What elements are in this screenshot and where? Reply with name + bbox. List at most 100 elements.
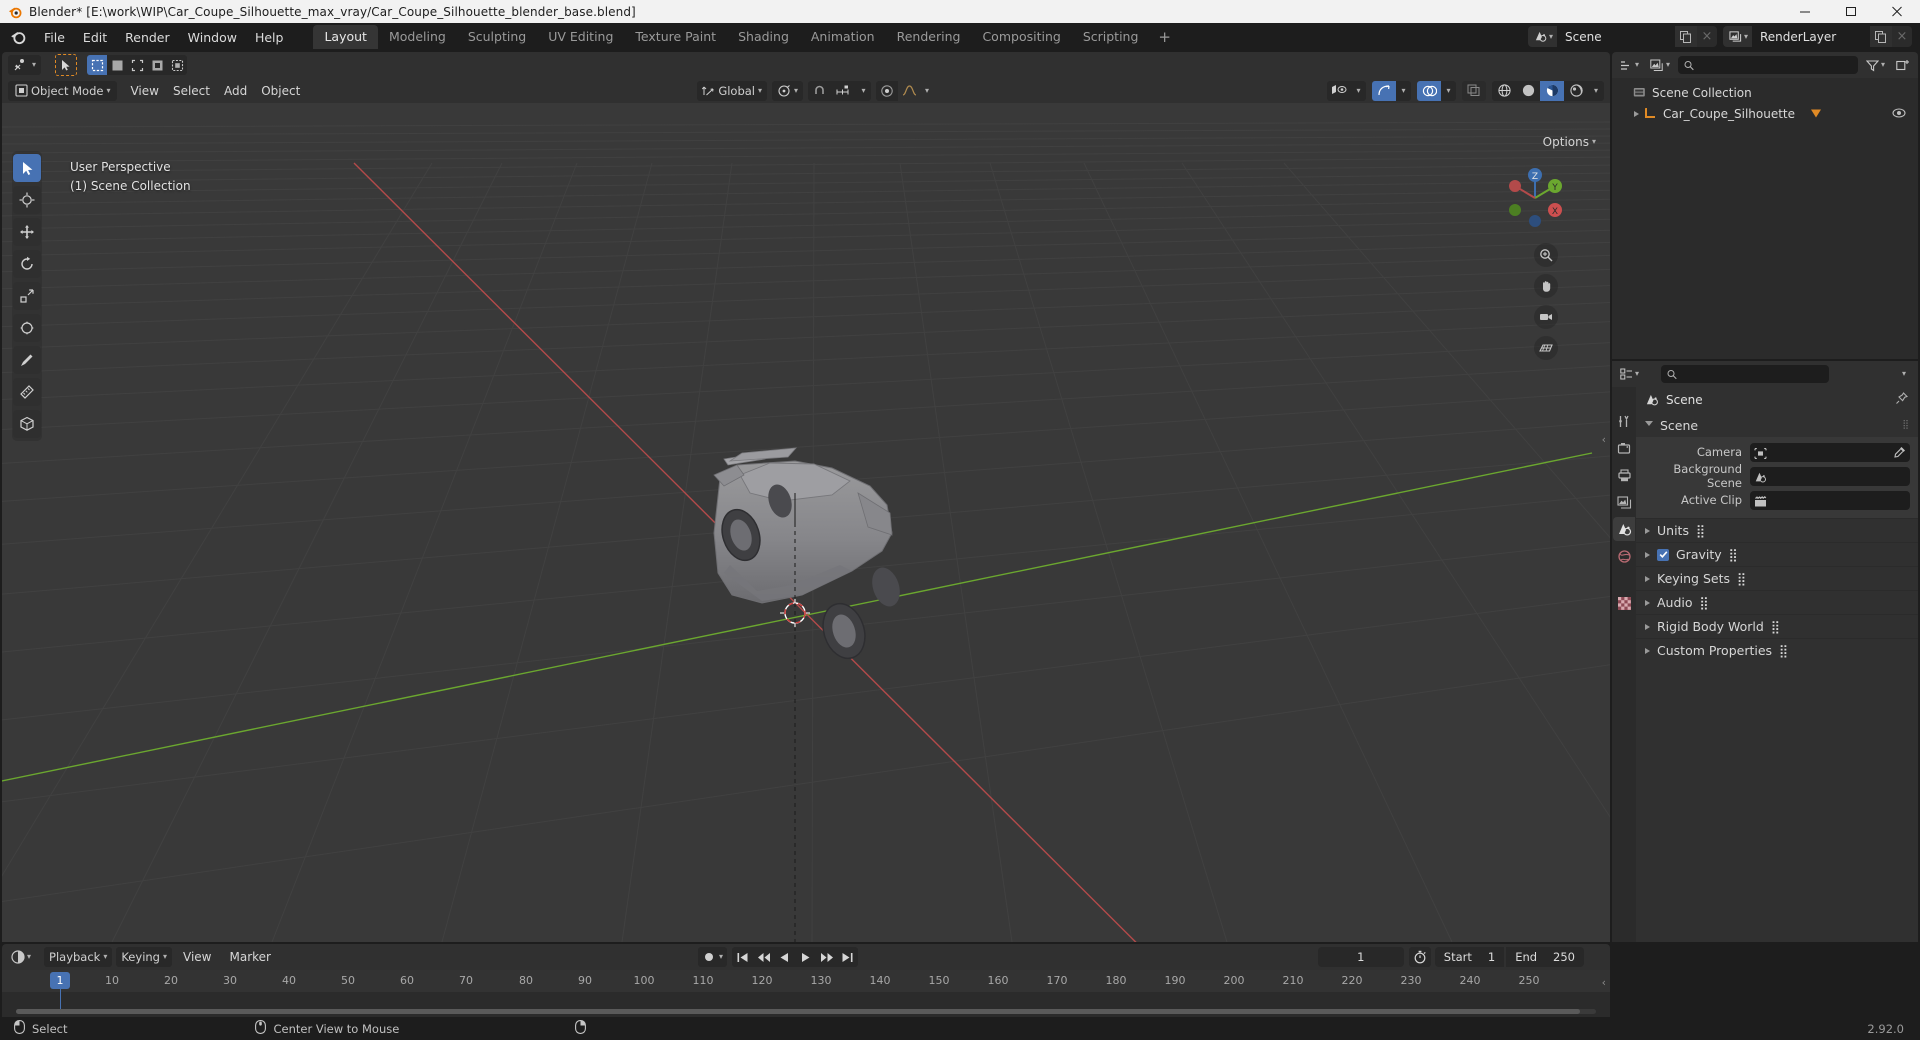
visibility-eye-icon[interactable]	[1892, 107, 1906, 121]
chevron-down-icon[interactable]: ▾	[1351, 80, 1366, 101]
rotate-tool[interactable]	[13, 250, 41, 278]
menu-help[interactable]: Help	[246, 27, 293, 48]
transform-orientation-selector[interactable]: Global ▾	[697, 80, 768, 101]
workspace-tab-texture-paint[interactable]: Texture Paint	[624, 25, 727, 49]
add-cube-tool[interactable]	[13, 410, 41, 438]
panel-custom-properties[interactable]: Custom Properties ⣿	[1636, 638, 1918, 662]
eyedropper-icon[interactable]	[1894, 443, 1906, 462]
new-collection-icon[interactable]	[1893, 55, 1913, 75]
timeline-scrollbar[interactable]	[16, 1009, 1596, 1014]
jump-end-icon[interactable]	[837, 947, 859, 967]
jump-start-icon[interactable]	[732, 947, 754, 967]
timeline-sidebar-arrow[interactable]: ‹	[1602, 976, 1606, 989]
menu-file[interactable]: File	[35, 27, 74, 48]
select-subtract-icon[interactable]	[127, 55, 148, 75]
tweak-select-tool[interactable]	[13, 154, 41, 182]
viewport-options-button[interactable]: Options ▾	[1537, 132, 1602, 151]
gravity-checkbox[interactable]	[1657, 548, 1669, 561]
falloff-curve-icon[interactable]	[898, 80, 921, 101]
minimize-icon[interactable]	[1782, 0, 1828, 23]
solid-shading-icon[interactable]	[1516, 80, 1540, 101]
properties-options-button[interactable]: ▾	[1894, 364, 1913, 384]
chevron-down-icon[interactable]: ▾	[1396, 80, 1411, 101]
scene-selector[interactable]: ▾ Scene ×	[1527, 26, 1717, 47]
start-frame-field[interactable]: Start 1	[1434, 947, 1505, 967]
select-extend-icon[interactable]	[107, 55, 128, 75]
active-tool-button[interactable]: ▾	[8, 55, 42, 75]
field-background-scene[interactable]	[1750, 466, 1910, 486]
unlink-viewlayer-icon[interactable]: ×	[1892, 26, 1912, 47]
pin-icon[interactable]	[1895, 392, 1909, 408]
chevron-down-icon[interactable]: ▾	[920, 80, 935, 101]
properties-search-field[interactable]	[1681, 367, 1824, 381]
editor-type-selector[interactable]: ▾	[1617, 364, 1643, 384]
blender-menu-icon[interactable]	[10, 29, 26, 45]
play-reverse-icon[interactable]	[774, 947, 796, 967]
chevron-down-icon[interactable]: ▾	[1588, 80, 1604, 101]
prev-keyframe-icon[interactable]	[753, 947, 775, 967]
workspace-tab-shading[interactable]: Shading	[727, 25, 800, 49]
material-preview-icon[interactable]	[1540, 80, 1564, 101]
stopwatch-icon[interactable]	[1408, 947, 1431, 967]
menu-window[interactable]: Window	[179, 27, 246, 48]
expand-triangle-icon[interactable]	[1645, 623, 1650, 630]
playhead-label[interactable]: 1	[50, 972, 70, 989]
gizmo-icon[interactable]	[1372, 80, 1396, 101]
viewport-menu-object[interactable]: Object	[254, 81, 307, 101]
workspace-tab-compositing[interactable]: Compositing	[971, 25, 1071, 49]
overlays-icon[interactable]	[1417, 80, 1441, 101]
unlink-scene-icon[interactable]: ×	[1696, 26, 1717, 47]
timeline-editor-icon[interactable]: ▾	[8, 947, 35, 967]
field-active-clip[interactable]	[1750, 490, 1910, 510]
properties-tab-world[interactable]	[1613, 544, 1635, 568]
timeline-ruler[interactable]: 10 20 30 40 50 60 70 80 90 100 110 120 1…	[2, 970, 1610, 992]
current-frame-field[interactable]: 1	[1317, 947, 1404, 967]
next-keyframe-icon[interactable]	[816, 947, 838, 967]
timeline-menu-playback[interactable]: Playback ▾	[44, 947, 113, 967]
workspace-tab-uv-editing[interactable]: UV Editing	[537, 25, 624, 49]
play-icon[interactable]	[795, 947, 817, 967]
panel-keying-sets[interactable]: Keying Sets ⣿	[1636, 566, 1918, 590]
snap-pivot-button[interactable]: ▾	[772, 80, 804, 101]
select-intersect-icon[interactable]	[167, 55, 188, 75]
end-frame-field[interactable]: End 250	[1506, 947, 1584, 967]
filter-icon[interactable]: ▾	[1862, 55, 1888, 75]
viewlayer-icon[interactable]: ▾	[1722, 26, 1752, 47]
workspace-tab-modeling[interactable]: Modeling	[378, 25, 457, 49]
wireframe-shading-icon[interactable]	[1492, 80, 1516, 101]
workspace-tab-rendering[interactable]: Rendering	[886, 25, 972, 49]
viewlayer-name[interactable]: RenderLayer	[1752, 26, 1870, 47]
timeline-menu-keying[interactable]: Keying ▾	[116, 947, 172, 967]
workspace-tab-sculpting[interactable]: Sculpting	[457, 25, 537, 49]
chevron-down-icon[interactable]: ▾	[856, 80, 872, 101]
mode-selector[interactable]: Object Mode ▾	[8, 80, 118, 101]
snap-target-icon[interactable]	[830, 80, 857, 101]
maximize-icon[interactable]	[1828, 0, 1874, 23]
editor-type-selector[interactable]: ▾	[1617, 55, 1643, 75]
workspace-tab-scripting[interactable]: Scripting	[1072, 25, 1150, 49]
scale-tool[interactable]	[13, 282, 41, 310]
menu-render[interactable]: Render	[116, 27, 179, 48]
select-set-icon[interactable]	[87, 55, 108, 75]
timeline-menu-marker[interactable]: Marker	[222, 947, 277, 967]
expand-triangle-icon[interactable]	[1645, 575, 1650, 582]
panel-gravity[interactable]: Gravity ⣿	[1636, 542, 1918, 566]
panel-units[interactable]: Units ⣿	[1636, 518, 1918, 542]
properties-tab-scene[interactable]	[1613, 517, 1635, 541]
zoom-icon[interactable]	[1534, 243, 1558, 267]
properties-tab-view-layer[interactable]	[1613, 490, 1635, 514]
sidebar-collapse-arrow[interactable]: ‹	[1602, 433, 1606, 446]
annotate-tool[interactable]	[13, 346, 41, 374]
expand-triangle-icon[interactable]	[1645, 647, 1650, 654]
timeline-menu-view[interactable]: View	[176, 947, 218, 967]
properties-tab-texture[interactable]	[1613, 591, 1635, 615]
rendered-shading-icon[interactable]	[1564, 80, 1588, 101]
timeline-scrollbar-thumb[interactable]	[16, 1009, 1581, 1014]
snap-magnet-icon[interactable]	[808, 80, 831, 101]
outliner-search-input[interactable]	[1678, 56, 1858, 74]
panel-rigid-body-world[interactable]: Rigid Body World ⣿	[1636, 614, 1918, 638]
outliner-display-mode-icon[interactable]: ▾	[1647, 55, 1674, 75]
outliner-row-scene-collection[interactable]: Scene Collection	[1612, 82, 1918, 103]
field-camera[interactable]	[1750, 442, 1910, 462]
expand-triangle-icon[interactable]	[1645, 599, 1650, 606]
